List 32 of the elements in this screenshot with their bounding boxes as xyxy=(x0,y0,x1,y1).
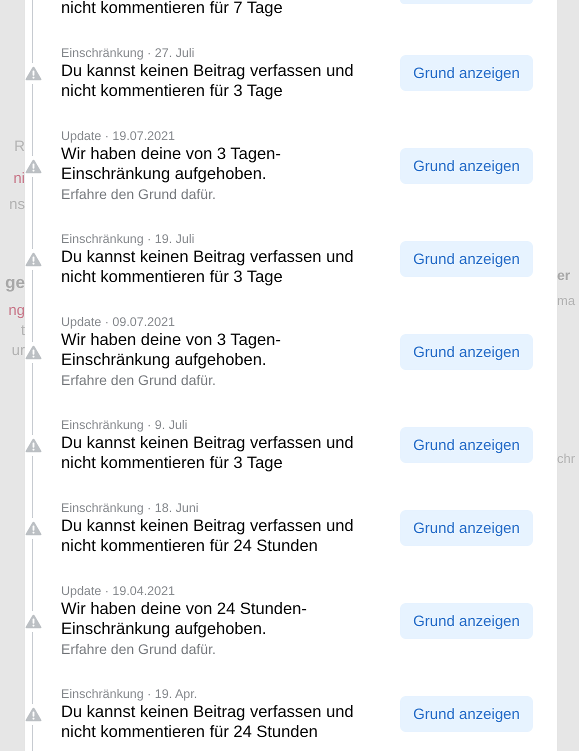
entry-note: Erfahre den Grund dafür. xyxy=(61,640,217,659)
entry-title: Wir haben deine von 24 Stunden-Einschränkung aufgehoben. xyxy=(61,599,308,639)
entry-meta: Einschränkung · 27. Juli xyxy=(61,45,196,61)
background-text: ng xyxy=(8,302,25,320)
background-text: ni xyxy=(13,170,25,188)
entry-title: Du kannst keinen Beitrag verfassen und nicht kommentieren für 3 Tage xyxy=(61,433,355,473)
background-text: ge xyxy=(5,274,25,292)
entry-meta: Einschränkung · 9. Juli xyxy=(61,417,188,433)
entry-meta: Einschränkung · 19. Juli xyxy=(61,231,196,247)
reason-button[interactable]: Grund anzeigen xyxy=(400,510,533,546)
reason-button[interactable]: Grund anzeigen xyxy=(400,427,533,463)
entry-meta: Update · 19.04.2021 xyxy=(61,583,176,599)
reason-button[interactable]: Grund anzeigen xyxy=(400,603,533,639)
entry-note: Erfahre den Grund dafür. xyxy=(61,371,217,390)
entry-title: Du kannst keinen Beitrag verfassen und nicht kommentieren für 24 Stunden xyxy=(61,702,355,742)
entry-title: Du kannst keinen Beitrag verfassen und nicht kommentieren für 3 Tage xyxy=(61,247,355,287)
entry-meta: Update · 19.07.2021 xyxy=(61,128,176,144)
background-text: er xyxy=(557,266,570,284)
entry-title: Du kannst keinen Beitrag verfassen und nicht kommentieren für 24 Stunden xyxy=(61,516,355,556)
entry-title: Du kannst keinen Beitrag verfassen und nicht kommentieren für 3 Tage xyxy=(61,61,355,101)
entry-note: Erfahre den Grund dafür. xyxy=(61,185,217,204)
reason-button[interactable]: Grund anzeigen xyxy=(400,148,533,184)
entry-title: Wir haben deine von 3 Tagen-Einschränkung aufgehoben. xyxy=(61,330,282,370)
entry-meta: Einschränkung · 19. Apr. xyxy=(61,686,198,702)
reason-button[interactable]: Grund anzeigen xyxy=(400,55,533,91)
entry-meta: Update · 09.07.2021 xyxy=(61,314,176,330)
entry-title: Wir haben deine von 3 Tagen-Einschränkung aufgehoben. xyxy=(61,144,282,184)
entry-title: nicht kommentieren für 7 Tage xyxy=(61,0,284,18)
reason-button[interactable]: Grund anzeigen xyxy=(400,696,533,732)
entry-meta: Einschränkung · 18. Juni xyxy=(61,500,200,516)
reason-button[interactable]: Grund anzeigen xyxy=(400,241,533,277)
reason-button[interactable]: Grund anzeigen xyxy=(400,334,533,370)
